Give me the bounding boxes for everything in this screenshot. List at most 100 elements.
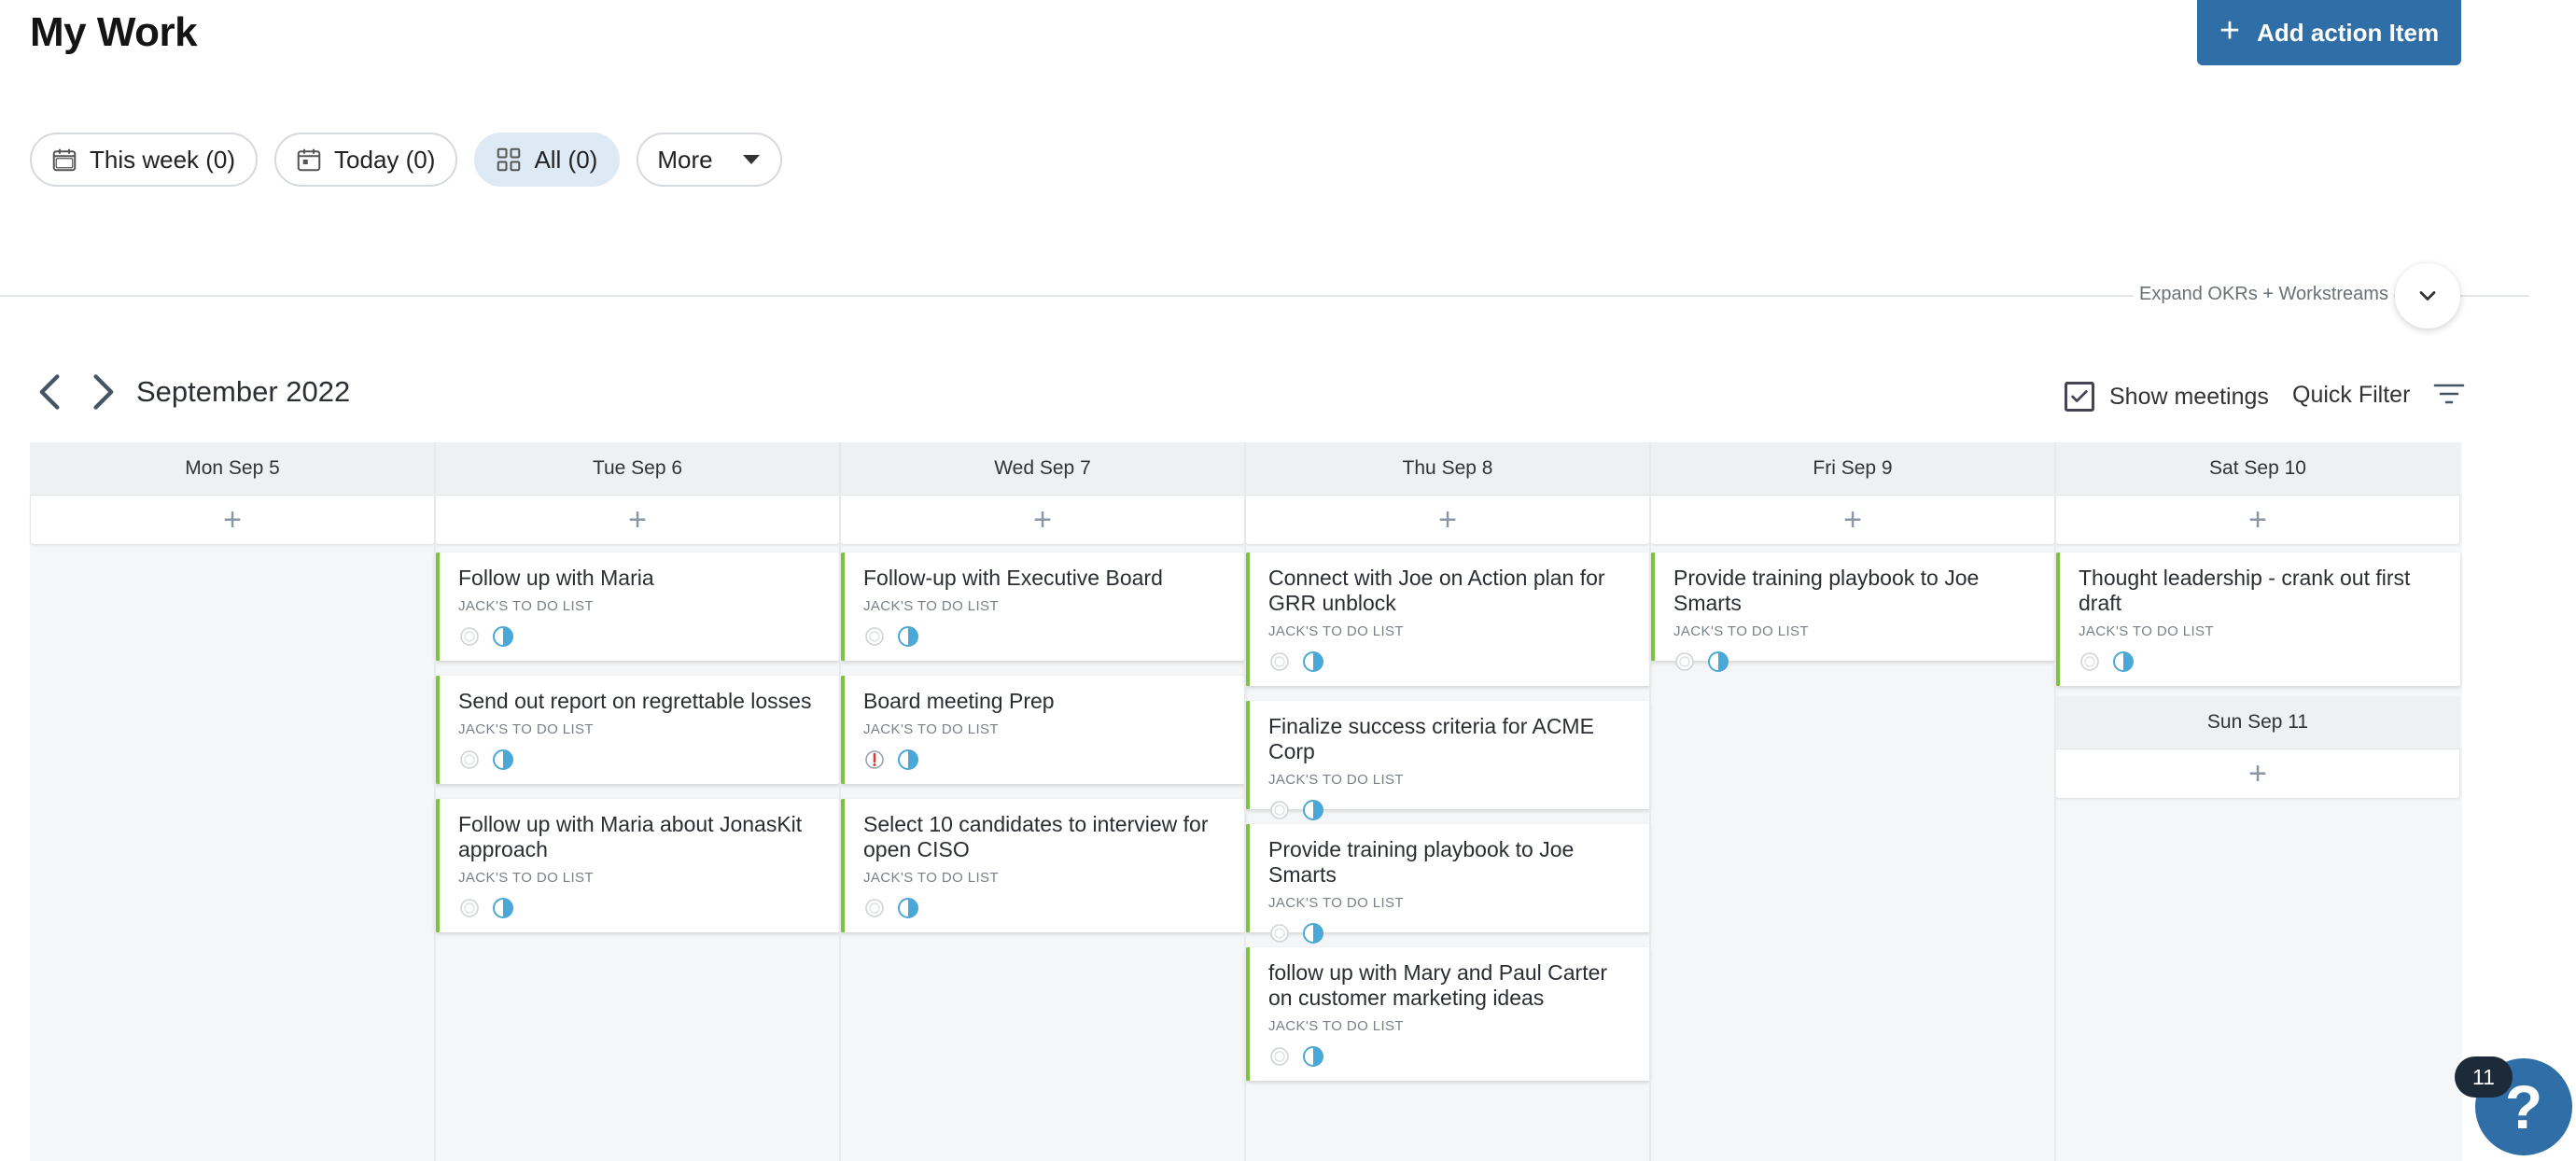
day-header: Sun Sep 11 — [2055, 696, 2460, 748]
progress-half-icon[interactable] — [2112, 650, 2135, 673]
calendar-week-icon — [52, 148, 77, 172]
action-item-card[interactable]: follow up with Mary and Paul Carter on c… — [1245, 947, 1650, 1081]
add-item-to-day-button[interactable]: + — [435, 495, 840, 545]
progress-half-icon[interactable] — [1302, 650, 1324, 673]
action-item-title[interactable]: Board meeting Prep — [863, 689, 1230, 714]
action-item-card[interactable]: Follow up with Maria about JonasKit appr… — [435, 799, 840, 932]
action-item-title[interactable]: Finalize success criteria for ACME Corp — [1268, 714, 1635, 764]
progress-half-icon[interactable] — [1302, 922, 1324, 944]
progress-half-icon[interactable] — [897, 897, 919, 919]
day-header: Wed Sep 7 — [840, 442, 1245, 495]
action-item-card[interactable]: Follow up with Maria JACK'S TO DO LIST — [435, 553, 840, 661]
show-meetings-checkbox[interactable] — [2065, 382, 2094, 412]
add-item-to-day-button[interactable]: + — [30, 495, 435, 545]
action-item-list-name: JACK'S TO DO LIST — [1268, 895, 1404, 911]
action-item-status-icons — [1268, 1045, 1635, 1068]
calendar-day-icon — [297, 148, 321, 172]
action-item-title[interactable]: Follow up with Maria — [458, 566, 825, 591]
status-dot-icon[interactable] — [2079, 650, 2101, 673]
add-action-item-button[interactable]: + Add action Item — [2197, 0, 2461, 65]
column-separator — [1244, 442, 1246, 1161]
filter-all-label: All (0) — [534, 145, 598, 174]
progress-half-icon[interactable] — [897, 625, 919, 648]
progress-half-icon[interactable] — [1707, 650, 1729, 673]
action-item-list-name: JACK'S TO DO LIST — [863, 598, 999, 614]
action-item-title[interactable]: Follow up with Maria about JonasKit appr… — [458, 812, 825, 862]
action-item-card[interactable]: Send out report on regrettable losses JAC… — [435, 676, 840, 784]
action-item-list-name: JACK'S TO DO LIST — [1268, 623, 1404, 639]
alert-status-icon[interactable] — [863, 748, 886, 771]
add-item-to-day-button[interactable]: + — [1245, 495, 1650, 545]
action-item-title[interactable]: Provide training playbook to Joe Smarts — [1673, 566, 2040, 616]
quick-filter-button[interactable]: Quick Filter — [2292, 381, 2466, 409]
action-item-list-name: JACK'S TO DO LIST — [863, 721, 999, 737]
day-header: Fri Sep 9 — [1650, 442, 2055, 495]
action-item-card[interactable]: Finalize success criteria for ACME Corp J… — [1245, 701, 1650, 820]
action-item-card[interactable]: Follow-up with Executive Board JACK'S TO … — [840, 553, 1245, 661]
expand-okrs-button[interactable] — [2395, 263, 2460, 329]
status-dot-icon[interactable] — [458, 897, 481, 919]
add-item-to-day-button[interactable]: + — [840, 495, 1245, 545]
status-dot-icon[interactable] — [863, 625, 886, 648]
status-dot-icon[interactable] — [1268, 799, 1291, 821]
progress-half-icon[interactable] — [492, 897, 514, 919]
status-dot-icon[interactable] — [458, 748, 481, 771]
status-dot-icon[interactable] — [1268, 650, 1291, 673]
progress-half-icon[interactable] — [492, 748, 514, 771]
day-column: Sat Sep 10 + Thought leadership - crank ou… — [2055, 442, 2460, 1161]
add-item-to-day-button[interactable]: + — [2055, 495, 2460, 545]
filter-this-week[interactable]: This week (0) — [30, 133, 259, 187]
filter-more[interactable]: More — [637, 133, 782, 187]
sunday-section: Sun Sep 11 + — [2055, 696, 2460, 799]
action-item-title[interactable]: Provide training playbook to Joe Smarts — [1268, 837, 1635, 888]
month-label: September 2022 — [136, 375, 351, 408]
action-item-status-icons — [458, 748, 825, 771]
action-item-title[interactable]: Send out report on regrettable losses — [458, 689, 825, 714]
status-dot-icon[interactable] — [863, 897, 886, 919]
add-item-to-day-button[interactable]: + — [1650, 495, 2055, 545]
day-column: Tue Sep 6 + Follow up with Maria JACK'S TO … — [435, 442, 840, 1161]
action-item-card[interactable]: Provide training playbook to Joe Smarts J… — [1245, 824, 1650, 944]
status-dot-icon[interactable] — [458, 625, 481, 648]
progress-half-icon[interactable] — [897, 748, 919, 771]
action-item-list-name: JACK'S TO DO LIST — [863, 870, 999, 886]
progress-half-icon[interactable] — [1302, 1045, 1324, 1068]
action-item-title[interactable]: Follow-up with Executive Board — [863, 566, 1230, 591]
action-item-card[interactable]: Connect with Joe on Action plan for GRR … — [1245, 553, 1650, 686]
next-week-button[interactable] — [84, 371, 121, 413]
action-item-title[interactable]: follow up with Mary and Paul Carter on c… — [1268, 960, 1635, 1011]
day-header: Sat Sep 10 — [2055, 442, 2460, 495]
filter-bar: This week (0) Today (0) All (0) More — [30, 133, 782, 187]
action-item-status-icons — [2079, 650, 2445, 673]
column-separator — [839, 442, 841, 1161]
action-item-card[interactable]: Select 10 candidates to interview for op… — [840, 799, 1245, 932]
column-separator — [1649, 442, 1651, 1161]
add-item-to-day-button[interactable]: + — [2055, 748, 2460, 799]
status-dot-icon[interactable] — [1268, 1045, 1291, 1068]
action-item-status-icons — [1673, 650, 2040, 673]
action-item-list-name: JACK'S TO DO LIST — [458, 598, 594, 614]
action-item-title[interactable]: Connect with Joe on Action plan for GRR … — [1268, 566, 1635, 616]
action-item-card[interactable]: Board meeting Prep JACK'S TO DO LIST — [840, 676, 1245, 784]
show-meetings-toggle[interactable]: Show meetings — [2065, 382, 2269, 412]
expand-okrs-label: Expand OKRs + Workstreams — [2134, 284, 2394, 305]
action-item-card[interactable]: Thought leadership - crank out first dra… — [2055, 553, 2460, 686]
progress-half-icon[interactable] — [492, 625, 514, 648]
column-separator — [2054, 442, 2056, 1161]
progress-half-icon[interactable] — [1302, 799, 1324, 821]
action-item-title[interactable]: Thought leadership - crank out first dra… — [2079, 566, 2445, 616]
filter-all[interactable]: All (0) — [474, 133, 621, 187]
grid-icon — [497, 147, 521, 172]
action-item-title[interactable]: Select 10 candidates to interview for op… — [863, 812, 1230, 862]
quick-filter-label: Quick Filter — [2292, 381, 2411, 408]
status-dot-icon[interactable] — [1673, 650, 1696, 673]
status-dot-icon[interactable] — [1268, 922, 1291, 944]
week-calendar: Mon Sep 5 + Tue Sep 6 + Follow up with Maria… — [30, 442, 2462, 1161]
filter-today[interactable]: Today (0) — [274, 133, 458, 187]
notification-badge: 11 — [2455, 1056, 2513, 1098]
previous-week-button[interactable] — [32, 371, 69, 413]
action-item-card[interactable]: Provide training playbook to Joe Smarts J… — [1650, 553, 2055, 672]
page-title: My Work — [30, 9, 198, 55]
action-item-status-icons — [863, 748, 1230, 771]
day-column: Mon Sep 5 + — [30, 442, 435, 1161]
